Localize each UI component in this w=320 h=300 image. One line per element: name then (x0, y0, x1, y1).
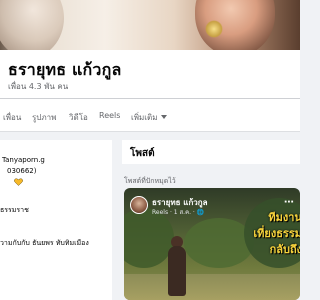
profile-tabs: เพื่อน รูปภาพ วิดีโอ Reels เพิ่มเติม (0, 99, 300, 132)
tree-foliage (184, 218, 254, 268)
tree-foliage (124, 208, 174, 268)
cover-figure-left (0, 0, 64, 50)
overlay-text-3: กลับถึง (269, 243, 300, 256)
tab-reels[interactable]: Reels (99, 111, 120, 120)
intro-line-2: 030662) (7, 167, 37, 175)
person-body (168, 246, 186, 296)
tab-friends[interactable]: เพื่อน (3, 111, 21, 124)
tab-more[interactable]: เพิ่มเติม (131, 111, 168, 124)
tab-videos[interactable]: วิดีโอ (69, 111, 88, 124)
cover-photo[interactable] (0, 0, 300, 50)
pinned-posts-label: โพสต์ที่ปักหมุดไว้ (124, 177, 176, 185)
cover-ornament (205, 20, 223, 38)
tab-more-label: เพิ่มเติม (131, 113, 158, 122)
intro-card (0, 140, 112, 300)
intro-line-1: Tanyaporn.g (2, 156, 45, 164)
pinned-reel-card[interactable]: ธรายุทธ แก้วกูล Reels · 1 ส.ค. · 🌐 ⋯ ทีม… (124, 188, 300, 300)
caret-down-icon (161, 115, 168, 119)
posts-header: โพสต์ (122, 140, 300, 164)
tab-photos[interactable]: รูปภาพ (32, 111, 56, 124)
more-horizontal-icon[interactable]: ⋯ (284, 197, 294, 208)
friends-count[interactable]: เพื่อน 4.3 พัน คน (8, 80, 68, 93)
ground (124, 274, 300, 300)
profile-header: ธรายุทธ แก้วกูล เพื่อน 4.3 พัน คน (0, 50, 300, 98)
avatar[interactable] (130, 196, 148, 214)
heart-icon (14, 178, 23, 186)
reel-meta: Reels · 1 ส.ค. · 🌐 (152, 209, 205, 216)
intro-line-4[interactable]: วามกับกับ ธันยพร ทับทิมเมือง (0, 238, 89, 249)
posts-title: โพสต์ (130, 148, 155, 159)
intro-line-3: ธรรมราช (0, 206, 29, 214)
